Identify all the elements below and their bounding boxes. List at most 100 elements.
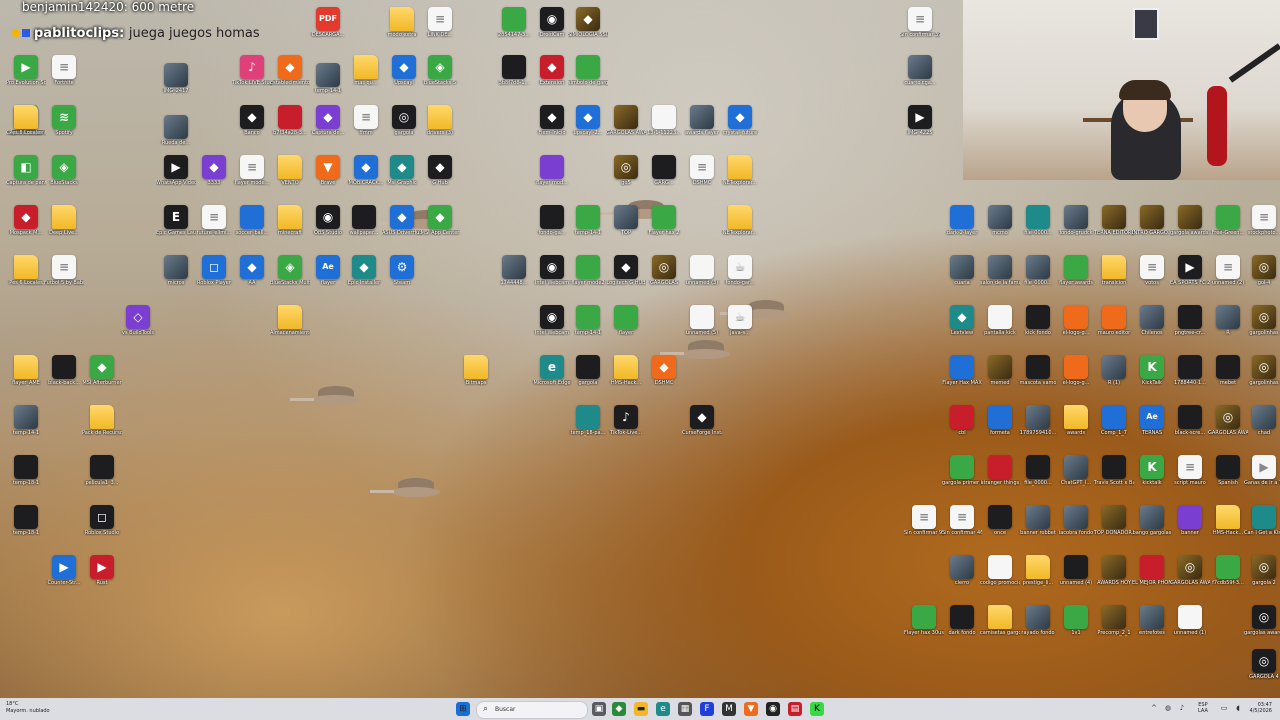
desktop-icon[interactable]: micros	[156, 252, 196, 298]
desktop-icon[interactable]: soccer_ball...	[232, 202, 272, 248]
desktop-icon[interactable]: file_0000...	[1018, 252, 1058, 298]
desktop-icon[interactable]: dark-2-layer	[942, 202, 982, 248]
desktop-icon[interactable]: ◉ Intel Webcam	[532, 302, 572, 348]
desktop-icon[interactable]: temp-14-1	[6, 402, 46, 448]
desktop-icon[interactable]: Travis Scott x Barti	[1094, 452, 1134, 498]
desktop-icon[interactable]: Free-Green...	[1208, 202, 1248, 248]
desktop-icon[interactable]: ≡ unnamed (2)	[1208, 252, 1248, 298]
desktop-icon[interactable]: ▼ Brave	[308, 152, 348, 198]
desktop-icon[interactable]: unnamed (3)	[682, 252, 722, 298]
obs-icon[interactable]: ◉	[766, 702, 780, 716]
app-icon[interactable]: M	[722, 702, 736, 716]
desktop-icon[interactable]: cierro	[942, 552, 982, 598]
clock[interactable]: 03:47 4/5/2026	[1250, 702, 1272, 714]
desktop-icon[interactable]: cuarto.cga...	[900, 52, 940, 98]
desktop-icon[interactable]: ◎ go5	[606, 152, 646, 198]
desktop-icon[interactable]: ≡ script mauro	[1170, 452, 1210, 498]
desktop-icon[interactable]: EL MEJOR PHONE	[1132, 552, 1172, 598]
desktop-icon[interactable]: Chilenos	[1132, 302, 1172, 348]
desktop-icon[interactable]: ◎ GARGOLA 4	[1244, 646, 1280, 692]
desktop-icon[interactable]: INTRO GARGO...	[1132, 202, 1172, 248]
weather-widget[interactable]: 18°C Mayorm. nublado	[6, 701, 50, 715]
desktop-icon[interactable]: ◆CurseForge Installer	[682, 402, 722, 448]
desktop-icon[interactable]: ≡ DSHMC	[682, 152, 722, 198]
desktop-icon[interactable]: modo extra	[382, 4, 422, 50]
desktop-icon[interactable]: ▶ EA SPORTS FC 25	[1170, 252, 1210, 298]
desktop-icon[interactable]: ◆ Msi Graphic	[382, 152, 422, 198]
desktop-icon[interactable]: ◎GARGOLAS AWARDS	[1208, 402, 1248, 448]
desktop-icon[interactable]: VENTO	[270, 152, 310, 198]
calculator-icon[interactable]: ▦	[678, 702, 692, 716]
desktop-icon[interactable]: ≡Sin confirmar 954313.crd...	[904, 502, 944, 548]
desktop-icon[interactable]: gargola	[568, 352, 608, 398]
desktop-icon[interactable]: rayado fondo	[1018, 602, 1058, 648]
desktop-icon[interactable]: unnamed (4)	[1056, 552, 1096, 598]
desktop-icon[interactable]: ◆ Upscayl	[384, 52, 424, 98]
desktop-icon[interactable]: ♪TikTok LIVE Studio	[232, 52, 272, 98]
desktop-icon[interactable]: ◆ Mospack M...	[6, 202, 46, 248]
desktop-icon[interactable]: ◆ Fiem-Inicio	[532, 102, 572, 148]
desktop-icon[interactable]: ≡ stockphoto...	[1244, 202, 1280, 248]
desktop-icon[interactable]: temp-18-1	[6, 502, 46, 548]
desktop-icon[interactable]: Can I Get a Kiss Mauroo	[1244, 502, 1280, 548]
desktop-icon[interactable]: ▶ Counter-Str...	[44, 552, 84, 598]
desktop-icon[interactable]: temp_18-pa...	[568, 402, 608, 448]
desktop-icon[interactable]: Flayer hax 2	[644, 202, 684, 248]
desktop-icon[interactable]: Ae flayer	[308, 252, 348, 298]
desktop-icon[interactable]: ◎ gargolinhas	[1244, 352, 1280, 398]
desktop-icon[interactable]: NETexplorar...	[720, 202, 760, 248]
desktop-icon[interactable]: R	[1208, 302, 1248, 348]
desktop-icon[interactable]: chad	[1244, 402, 1280, 448]
app-icon[interactable]: ◆	[612, 702, 626, 716]
desktop-icon[interactable]: ☕ fondo-gar...	[720, 252, 760, 298]
desktop-icon[interactable]: ▶Ganas de ir a Tower (Au...	[1244, 452, 1280, 498]
desktop-icon[interactable]: ◈ BlueStacks	[44, 152, 84, 198]
desktop-icon[interactable]: ◉ DroidCam	[532, 4, 572, 50]
desktop-icon[interactable]: ◆ DSHMC	[644, 352, 684, 398]
desktop-icon[interactable]: ◎gargolas awards	[1244, 602, 1280, 648]
desktop-icon[interactable]: wallpaper...	[344, 202, 384, 248]
desktop-icon[interactable]: awards	[1056, 402, 1096, 448]
desktop-icon[interactable]: ◎ gargolinhas	[1244, 302, 1280, 348]
desktop-icon[interactable]: ◆ Lextview	[942, 302, 982, 348]
desktop-icon[interactable]: PDF DESCARGA...	[308, 4, 348, 50]
desktop-icon[interactable]: cuaria	[942, 252, 982, 298]
desktop-icon[interactable]: transicion	[1094, 252, 1134, 298]
desktop-icon[interactable]: ▶WhatsApp Video 2025...	[156, 152, 196, 198]
desktop-icon[interactable]: pantalla kick	[980, 302, 1020, 348]
desktop-icon[interactable]: iacobra fondo	[1056, 502, 1096, 548]
desktop-icon[interactable]: temp-18-1	[6, 452, 46, 498]
desktop-icon[interactable]: Flayer Hax MAX	[942, 352, 982, 398]
desktop-icon[interactable]: temp-14-1	[568, 302, 608, 348]
desktop-icon[interactable]: ◆ 3333	[194, 152, 234, 198]
desktop-icon[interactable]: Ae TERNAS	[1132, 402, 1172, 448]
file-explorer-icon[interactable]: ▬	[634, 702, 648, 716]
desktop-icon[interactable]: codigo promocion...	[980, 552, 1020, 598]
desktop-icon[interactable]: banner	[1170, 502, 1210, 548]
desktop-icon[interactable]: ≡ Fortnite	[44, 52, 84, 98]
desktop-icon[interactable]: Bitmaps	[456, 352, 496, 398]
speaker-icon[interactable]: ◖	[1234, 704, 1242, 712]
volume-icon[interactable]: ♪	[1178, 704, 1186, 712]
desktop-icon[interactable]: fondo-ga...	[532, 202, 572, 248]
desktop-icon[interactable]: EEpic Games Launcher	[156, 202, 196, 248]
desktop-icon[interactable]: flayer_AME	[6, 352, 46, 398]
desktop-icon[interactable]: Pes 6 Locales	[6, 102, 46, 148]
desktop-icon[interactable]: b7f34a28-3...	[270, 102, 310, 148]
desktop-icon[interactable]: minecraft	[270, 202, 310, 248]
desktop-icon[interactable]: once	[980, 502, 1020, 548]
desktop-icon[interactable]: ≡ LINK DE...	[420, 4, 460, 50]
desktop-icon[interactable]: salon de la fama	[980, 252, 1020, 298]
desktop-icon[interactable]: 1789759410...	[1018, 402, 1058, 448]
desktop-icon[interactable]: ▶Pro Evolution Soccer 6	[6, 52, 46, 98]
desktop-icon[interactable]: GARG...	[644, 152, 684, 198]
desktop-icon[interactable]: ♪ TikTok-Live...	[606, 402, 646, 448]
desktop-icon[interactable]: ChatGPT_I...	[1056, 452, 1096, 498]
desktop-icon[interactable]: mcmo	[980, 202, 1020, 248]
desktop-icon[interactable]: ◆ ASUS DriverHub	[382, 202, 422, 248]
language-indicator[interactable]: ESP LAA	[1198, 702, 1208, 714]
desktop-icon[interactable]: prestige_li...	[1018, 552, 1058, 598]
desktop-icon[interactable]: formeta	[980, 402, 1020, 448]
desktop-icon[interactable]: awards.flayer	[682, 102, 722, 148]
desktop-icon[interactable]: ◆ G Hub	[420, 152, 460, 198]
